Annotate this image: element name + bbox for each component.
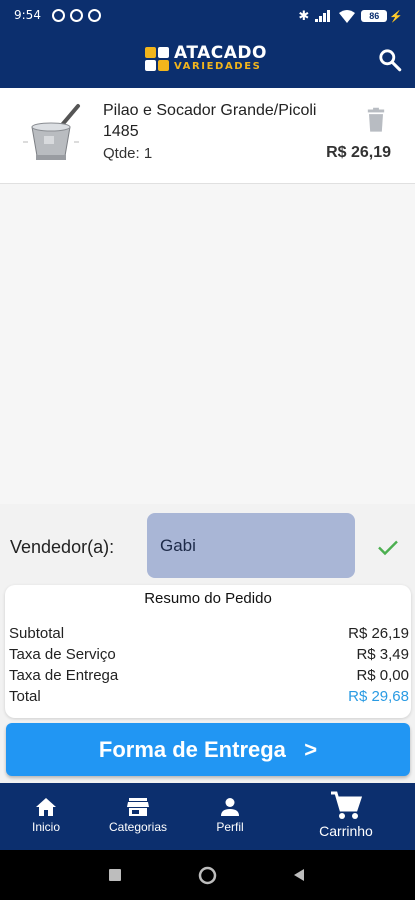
- system-navigation-bar: [0, 850, 415, 900]
- brand-line2: VARIEDADES: [174, 61, 262, 72]
- store-icon: [127, 798, 149, 816]
- nav-carrinho-label: Carrinho: [319, 823, 373, 839]
- total-row: Total R$ 29,68: [9, 688, 409, 705]
- subtotal-value: R$ 26,19: [348, 625, 409, 642]
- cart-empty-space: [0, 184, 415, 504]
- signal-icon: [315, 10, 331, 22]
- charging-icon: ⚡: [389, 10, 403, 23]
- status-bar: 9:54 ✱ 86 ⚡: [0, 0, 415, 32]
- nav-inicio-label: Inicio: [31, 820, 60, 834]
- recents-button-icon[interactable]: [108, 868, 122, 882]
- subtotal-row: Subtotal R$ 26,19: [9, 625, 409, 642]
- seller-label: Vendedor(a):: [10, 537, 115, 557]
- app-notification-icon: [70, 9, 83, 22]
- order-summary: Resumo do Pedido Subtotal R$ 26,19 Taxa …: [5, 585, 411, 718]
- nav-perfil-label: Perfil: [216, 820, 244, 834]
- seller-input[interactable]: Gabi: [147, 513, 355, 578]
- trash-icon[interactable]: [362, 106, 390, 134]
- delivery-fee-row: Taxa de Entrega R$ 0,00: [9, 667, 409, 684]
- nav-categorias-label: Categorias: [108, 820, 168, 834]
- service-fee-value: R$ 3,49: [356, 646, 409, 663]
- delivery-method-button[interactable]: Forma de Entrega >: [6, 723, 410, 776]
- subtotal-label: Subtotal: [9, 625, 65, 642]
- item-quantity: Qtde: 1: [103, 145, 153, 162]
- app-bar: ATACADO VARIEDADES: [0, 32, 415, 88]
- item-name: Pilao e Socador Grande/Picoli 1485: [103, 102, 317, 140]
- delivery-fee-label: Taxa de Entrega: [9, 667, 119, 684]
- service-fee-label: Taxa de Serviço: [9, 646, 116, 663]
- logo-mark: [145, 46, 169, 71]
- brand-line1: ATACADO: [174, 43, 267, 63]
- wifi-icon: [339, 9, 356, 23]
- bluetooth-icon: ✱: [298, 8, 310, 23]
- summary-title: Resumo do Pedido: [144, 590, 272, 607]
- delivery-fee-value: R$ 0,00: [356, 667, 409, 684]
- system-icons: ✱ 86 ⚡: [298, 8, 403, 24]
- person-icon: [221, 798, 239, 816]
- battery-icon: 86 ⚡: [361, 10, 403, 23]
- total-value: R$ 29,68: [348, 688, 409, 705]
- logo-text: ATACADO VARIEDADES: [174, 45, 267, 72]
- total-label: Total: [9, 688, 41, 705]
- item-price: R$ 26,19: [326, 144, 391, 161]
- brand-logo[interactable]: ATACADO VARIEDADES: [145, 45, 267, 72]
- service-fee-row: Taxa de Serviço R$ 3,49: [9, 646, 409, 663]
- home-icon: [36, 798, 56, 816]
- nav-categorias[interactable]: Categorias: [104, 783, 172, 850]
- nav-perfil[interactable]: Perfil: [206, 783, 254, 850]
- clock: 9:54: [14, 8, 41, 22]
- home-button-icon[interactable]: [198, 866, 217, 885]
- app-notification-icon-2: [88, 9, 101, 22]
- search-icon[interactable]: [377, 47, 403, 73]
- bottom-nav: Inicio Categorias Perfil Carrinho: [0, 783, 415, 850]
- nav-carrinho[interactable]: Carrinho: [312, 783, 380, 850]
- nav-inicio[interactable]: Inicio: [22, 783, 70, 850]
- product-thumbnail[interactable]: [8, 92, 94, 176]
- check-icon[interactable]: [376, 535, 400, 559]
- cart-icon: [331, 791, 362, 819]
- back-button-icon[interactable]: [292, 868, 306, 882]
- battery-level: 86: [361, 10, 388, 22]
- alarm-icon: [52, 9, 65, 22]
- notification-icons: [52, 9, 101, 22]
